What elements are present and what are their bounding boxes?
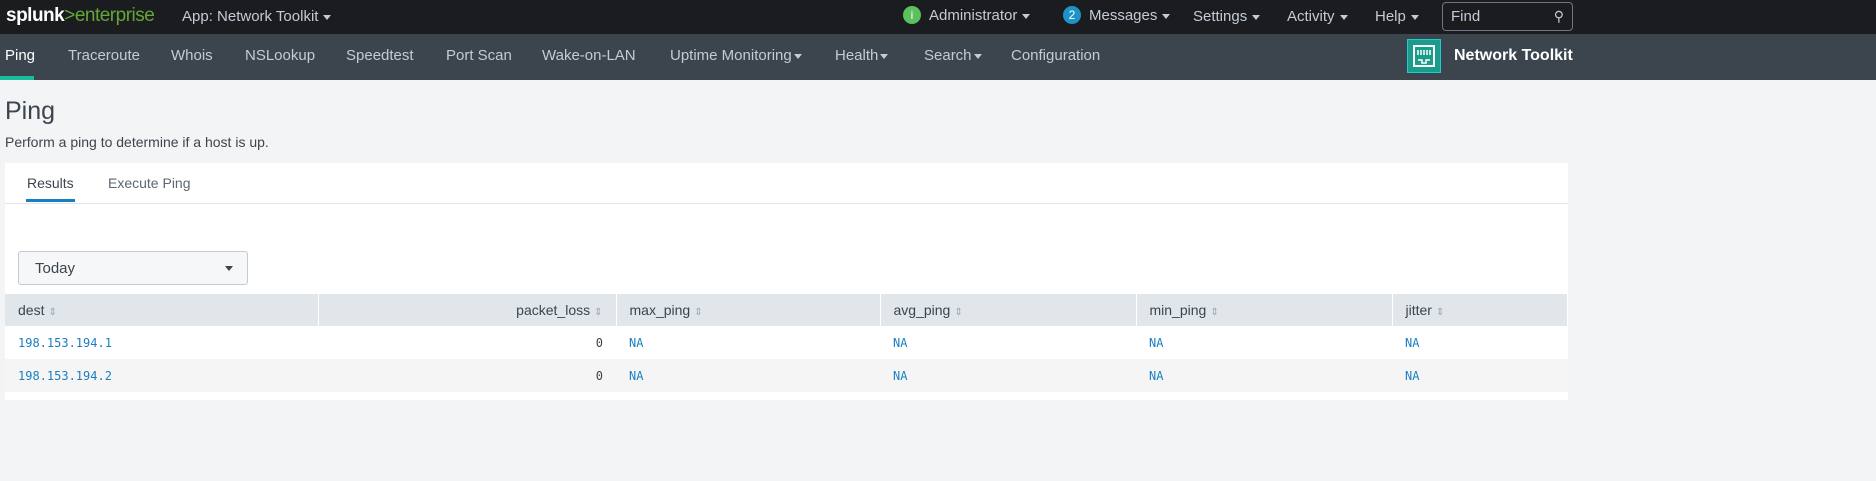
cell-packet-loss[interactable]: 0	[318, 359, 616, 392]
cell-min-ping[interactable]: NA	[1136, 326, 1392, 359]
time-range-value: Today	[35, 260, 76, 277]
results-panel: Results Execute Ping Today dest ⇕ packet_…	[5, 163, 1568, 400]
nav-label: Uptime Monitoring	[670, 47, 792, 64]
activity-label: Activity	[1287, 8, 1335, 25]
user-menu[interactable]: i Administrator	[903, 6, 1031, 25]
sort-icon: ⇕	[954, 307, 963, 318]
table-header: dest ⇕ packet_loss ⇕ max_ping ⇕ avg_ping ⇕ m…	[5, 294, 1568, 326]
messages-label: Messages	[1089, 7, 1158, 24]
help-label: Help	[1375, 8, 1406, 25]
cell-max-ping[interactable]: NA	[616, 326, 880, 359]
column-max-ping[interactable]: max_ping ⇕	[616, 294, 881, 326]
column-jitter[interactable]: jitter ⇕	[1392, 294, 1568, 326]
sort-icon: ⇕	[694, 307, 703, 318]
nav-whois[interactable]: Whois	[171, 47, 213, 64]
active-tab-indicator	[26, 199, 75, 202]
nav-uptime-monitoring[interactable]: Uptime Monitoring	[670, 47, 802, 64]
sort-icon: ⇕	[594, 307, 603, 318]
caret-down-icon	[1339, 14, 1348, 20]
cell-max-ping[interactable]: NA	[616, 359, 880, 392]
caret-down-icon	[1162, 13, 1171, 19]
caret-down-icon	[1022, 13, 1031, 19]
sort-icon: ⇕	[1210, 307, 1219, 318]
app-nav: Ping Traceroute Whois NSLookup Speedtest…	[0, 34, 1876, 80]
caret-down-icon	[880, 53, 889, 59]
network-port-icon	[1407, 39, 1441, 73]
sort-icon: ⇕	[48, 307, 57, 318]
app-menu[interactable]: App: Network Toolkit	[182, 8, 332, 25]
page-title: Ping	[5, 97, 56, 125]
nav-speedtest[interactable]: Speedtest	[346, 47, 414, 64]
active-indicator	[0, 76, 34, 80]
activity-menu[interactable]: Activity	[1287, 8, 1348, 25]
caret-down-icon	[1410, 14, 1419, 20]
sort-icon: ⇕	[1435, 307, 1445, 318]
help-menu[interactable]: Help	[1375, 8, 1419, 25]
column-min-ping[interactable]: min_ping ⇕	[1136, 294, 1393, 326]
find-placeholder: Find	[1451, 8, 1481, 25]
app-menu-label: App: Network Toolkit	[182, 8, 319, 25]
logo-text: splunk	[6, 5, 65, 26]
nav-search[interactable]: Search	[924, 47, 982, 64]
nav-health[interactable]: Health	[835, 47, 889, 64]
column-label: packet_loss	[516, 302, 591, 318]
user-label: Administrator	[929, 7, 1018, 24]
app-title: Network Toolkit	[1454, 47, 1573, 64]
messages-badge: 2	[1063, 6, 1081, 25]
tab-execute-ping[interactable]: Execute Ping	[108, 175, 191, 191]
splunk-logo[interactable]: splunk>enterprise	[6, 5, 155, 27]
tab-results[interactable]: Results	[27, 175, 74, 191]
column-avg-ping[interactable]: avg_ping ⇕	[880, 294, 1137, 326]
settings-label: Settings	[1193, 8, 1248, 25]
cell-jitter[interactable]: NA	[1392, 326, 1568, 359]
cell-min-ping[interactable]: NA	[1136, 359, 1392, 392]
nav-nslookup[interactable]: NSLookup	[245, 47, 315, 64]
caret-down-icon	[793, 53, 802, 59]
table-row: 198.153.194.2 0 NA NA NA NA	[5, 359, 1568, 392]
nav-ping[interactable]: Ping	[5, 47, 35, 64]
nav-traceroute[interactable]: Traceroute	[68, 47, 140, 64]
cell-avg-ping[interactable]: NA	[880, 326, 1136, 359]
search-icon[interactable]: ⚲	[1554, 8, 1564, 25]
caret-down-icon	[1252, 14, 1261, 20]
logo-accent: >enterprise	[64, 5, 155, 26]
page-description: Perform a ping to determine if a host is…	[5, 134, 269, 150]
column-label: max_ping	[629, 302, 691, 318]
column-label: dest	[18, 302, 45, 318]
tab-divider	[5, 203, 1568, 204]
column-label: jitter	[1405, 302, 1432, 318]
cell-dest[interactable]: 198.153.194.1	[5, 326, 318, 359]
caret-down-icon	[973, 53, 982, 59]
find-input[interactable]: Find ⚲	[1442, 2, 1573, 31]
messages-menu[interactable]: 2 Messages	[1063, 6, 1171, 25]
table-row: 198.153.194.1 0 NA NA NA NA	[5, 326, 1568, 359]
cell-dest[interactable]: 198.153.194.2	[5, 359, 318, 392]
column-packet-loss[interactable]: packet_loss ⇕	[318, 294, 617, 326]
results-table: dest ⇕ packet_loss ⇕ max_ping ⇕ avg_ping ⇕ m…	[5, 294, 1568, 392]
caret-down-icon	[323, 14, 332, 20]
settings-menu[interactable]: Settings	[1193, 8, 1261, 25]
cell-packet-loss[interactable]: 0	[318, 326, 616, 359]
nav-configuration[interactable]: Configuration	[1011, 47, 1100, 64]
nav-label: Search	[924, 47, 972, 64]
column-label: avg_ping	[893, 302, 951, 318]
column-dest[interactable]: dest ⇕	[5, 294, 319, 326]
nav-port-scan[interactable]: Port Scan	[446, 47, 512, 64]
time-range-picker[interactable]: Today	[18, 251, 248, 285]
cell-jitter[interactable]: NA	[1392, 359, 1568, 392]
cell-avg-ping[interactable]: NA	[880, 359, 1136, 392]
top-bar: splunk>enterprise App: Network Toolkit i…	[0, 0, 1876, 34]
nav-label: Health	[835, 47, 879, 64]
caret-down-icon	[225, 266, 233, 271]
info-icon: i	[903, 6, 921, 25]
column-label: min_ping	[1149, 302, 1207, 318]
nav-wake-on-lan[interactable]: Wake-on-LAN	[542, 47, 636, 64]
